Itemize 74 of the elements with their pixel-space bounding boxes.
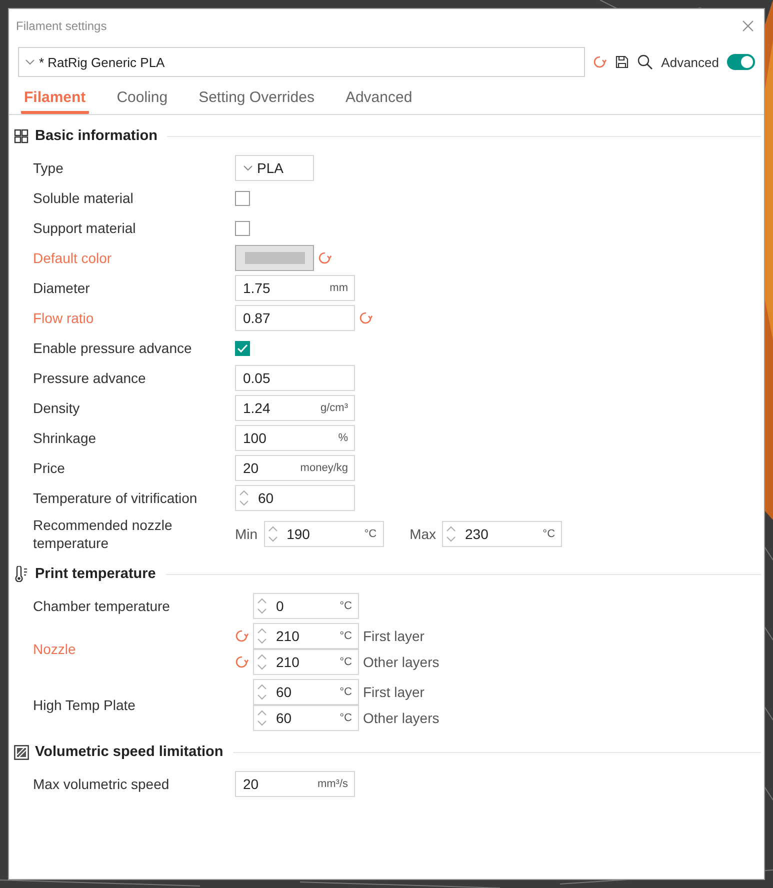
max-label: Max bbox=[410, 526, 436, 542]
tab[interactable]: Advanced bbox=[342, 85, 416, 114]
spinner-arrows-icon[interactable] bbox=[266, 524, 279, 544]
number-field[interactable]: 20 mm³/s bbox=[235, 771, 355, 797]
window-title: Filament settings bbox=[16, 19, 107, 33]
setting-label: Chamber temperature bbox=[33, 597, 171, 615]
tab[interactable]: Setting Overrides bbox=[196, 85, 318, 114]
tab[interactable]: Cooling bbox=[114, 85, 171, 114]
number-field[interactable]: 0.87 bbox=[235, 305, 355, 331]
section-title: Basic information bbox=[35, 128, 158, 144]
number-field[interactable]: 0.05 bbox=[235, 365, 355, 391]
setting-label: Max volumetric speed bbox=[33, 775, 170, 793]
reset-icon[interactable] bbox=[235, 655, 249, 669]
number-spinbox[interactable]: 210 °C bbox=[253, 649, 359, 675]
checkbox[interactable] bbox=[235, 190, 250, 206]
number-spinbox[interactable]: 230 °C bbox=[442, 521, 562, 547]
reset-icon[interactable] bbox=[593, 55, 608, 69]
layer-label: Other layers bbox=[363, 654, 440, 670]
checkbox[interactable] bbox=[235, 340, 250, 356]
setting-label: Flow ratio bbox=[33, 309, 95, 327]
color-swatch[interactable] bbox=[235, 245, 314, 271]
chevron-down-icon bbox=[25, 59, 35, 65]
thermometer-icon bbox=[14, 566, 29, 582]
hatched-square-icon bbox=[14, 744, 29, 760]
search-icon[interactable] bbox=[637, 54, 654, 70]
setting-label: Enable pressure advance bbox=[33, 339, 193, 357]
spinner-arrows-icon[interactable] bbox=[256, 596, 268, 616]
setting-label: Support material bbox=[33, 219, 137, 237]
setting-label: Diameter bbox=[33, 279, 91, 297]
number-spinbox[interactable]: 190 °C bbox=[264, 521, 384, 547]
setting-label: Nozzle bbox=[33, 640, 77, 658]
number-spinbox[interactable]: 210 °C bbox=[253, 623, 359, 649]
number-spinbox[interactable]: 60 °C bbox=[253, 679, 359, 705]
setting-label: Soluble material bbox=[33, 189, 134, 207]
advanced-label: Advanced bbox=[661, 54, 719, 70]
setting-label: Shrinkage bbox=[33, 429, 98, 447]
save-icon[interactable] bbox=[615, 55, 630, 69]
setting-label: Temperature of vitrification bbox=[33, 489, 198, 507]
layer-label: Other layers bbox=[363, 710, 440, 726]
number-field[interactable]: 20 money/kg bbox=[235, 455, 355, 481]
section-title: Print temperature bbox=[35, 566, 156, 582]
setting-label: High Temp Plate bbox=[33, 696, 136, 714]
reset-icon[interactable] bbox=[318, 251, 332, 265]
grid-icon bbox=[14, 128, 29, 144]
min-label: Min bbox=[235, 526, 258, 542]
advanced-toggle[interactable] bbox=[727, 54, 755, 70]
type-dropdown[interactable]: PLA bbox=[235, 155, 314, 181]
layer-label: First layer bbox=[363, 684, 424, 700]
chevron-down-icon bbox=[243, 165, 253, 171]
setting-label: Density bbox=[33, 399, 81, 417]
spinner-arrows-icon[interactable] bbox=[256, 626, 268, 646]
spinner-arrows-icon[interactable] bbox=[256, 682, 268, 702]
reset-icon[interactable] bbox=[359, 311, 373, 325]
setting-label: Type bbox=[33, 159, 64, 177]
spinner-arrows-icon[interactable] bbox=[256, 708, 268, 728]
number-field[interactable]: 1.75 mm bbox=[235, 275, 355, 301]
spinner-arrows-icon[interactable] bbox=[256, 652, 268, 672]
number-field[interactable]: 100 % bbox=[235, 425, 355, 451]
setting-label: Pressure advance bbox=[33, 369, 147, 387]
preset-dropdown[interactable]: * RatRig Generic PLA bbox=[18, 47, 586, 77]
setting-label: Recommended nozzle temperature bbox=[33, 516, 174, 552]
reset-icon[interactable] bbox=[235, 629, 249, 643]
number-spinbox[interactable]: 60 bbox=[235, 485, 355, 511]
close-icon[interactable] bbox=[742, 20, 754, 32]
checkbox[interactable] bbox=[235, 220, 250, 236]
number-field[interactable]: 1.24 g/cm³ bbox=[235, 395, 355, 421]
number-spinbox[interactable]: 0 °C bbox=[253, 593, 359, 619]
layer-label: First layer bbox=[363, 628, 424, 644]
setting-label: Default color bbox=[33, 249, 113, 267]
number-spinbox[interactable]: 60 °C bbox=[253, 705, 359, 731]
spinner-arrows-icon[interactable] bbox=[445, 524, 458, 544]
section-title: Volumetric speed limitation bbox=[35, 744, 224, 760]
setting-label: Price bbox=[33, 459, 66, 477]
spinner-arrows-icon[interactable] bbox=[238, 488, 250, 508]
